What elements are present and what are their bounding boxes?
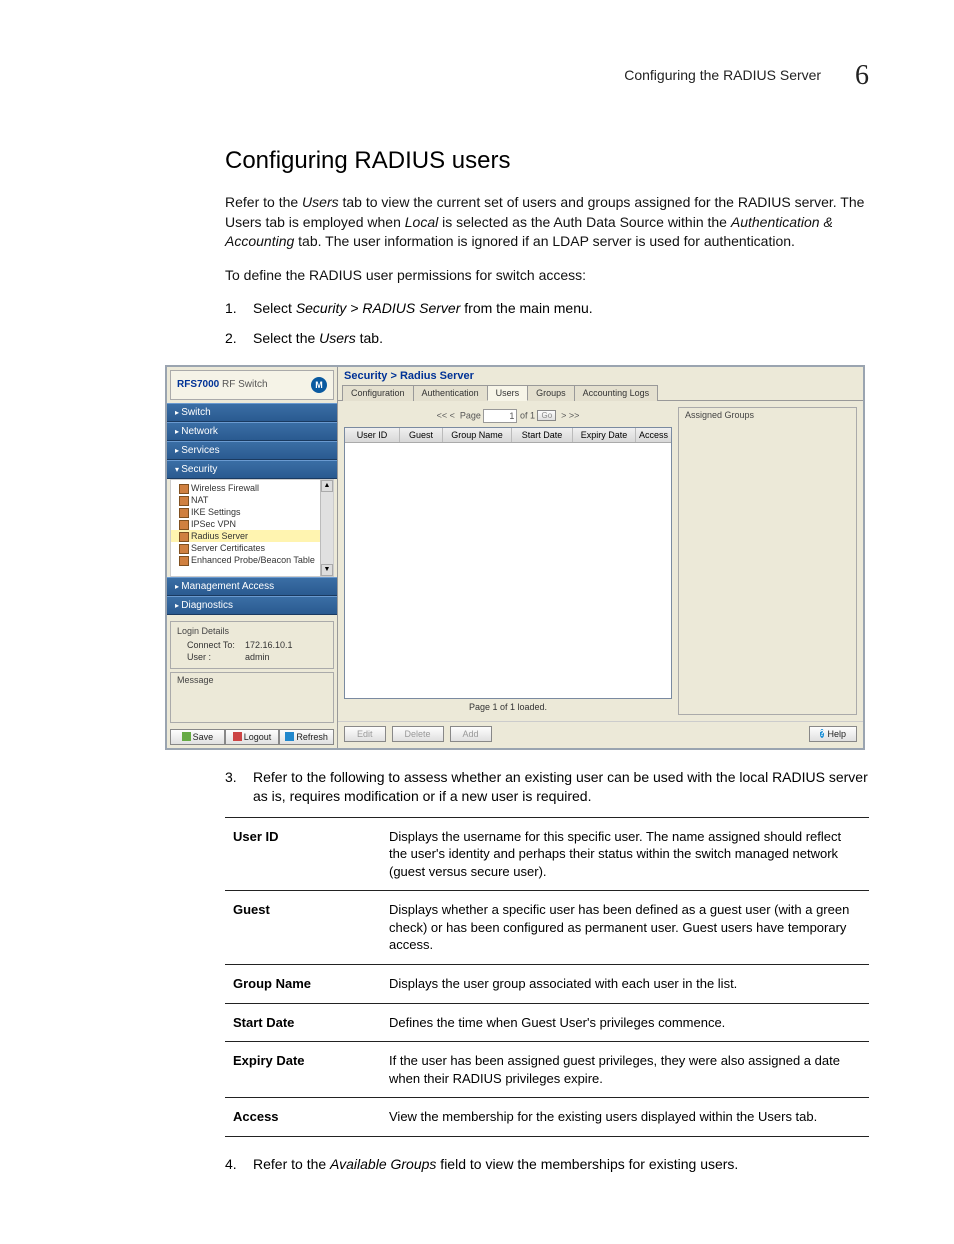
col-expiry-date[interactable]: Expiry Date — [573, 428, 636, 442]
nav-mgmt-access[interactable]: Management Access — [167, 577, 337, 596]
message-panel: Message — [170, 672, 334, 723]
pager-next[interactable]: > >> — [561, 410, 579, 420]
step-3: 3. Refer to the following to assess whet… — [225, 768, 869, 807]
definition-row: Expiry DateIf the user has been assigned… — [225, 1042, 869, 1098]
intro-paragraph-1: Refer to the Users tab to view the curre… — [225, 193, 869, 252]
field-definition-table: User IDDisplays the username for this sp… — [225, 817, 869, 1137]
breadcrumb: Security > Radius Server — [338, 367, 863, 384]
step-1: 1. Select Security > RADIUS Server from … — [225, 299, 869, 319]
nav-nat[interactable]: NAT — [171, 494, 333, 506]
running-header: Configuring the RADIUS Server 6 — [85, 60, 869, 92]
definition-term: Start Date — [225, 1003, 381, 1042]
tab-strip: Configuration Authentication Users Group… — [338, 384, 863, 401]
nav-network[interactable]: Network — [167, 422, 337, 441]
login-user-label: User : — [187, 652, 245, 662]
help-icon: ? — [820, 729, 825, 738]
assigned-groups-panel: Assigned Groups — [678, 407, 857, 715]
users-grid: User ID Guest Group Name Start Date Expi… — [344, 427, 672, 699]
logout-button[interactable]: Logout — [225, 729, 280, 745]
pager-prev[interactable]: << < — [437, 410, 455, 420]
app-screenshot: RFS7000 RF Switch M Switch Network Servi… — [165, 365, 865, 750]
definition-term: Group Name — [225, 965, 381, 1004]
pager-go-button[interactable]: Go — [537, 410, 556, 421]
nav-wireless-firewall[interactable]: Wireless Firewall — [171, 482, 333, 494]
tab-users[interactable]: Users — [487, 385, 529, 401]
login-user-value: admin — [245, 652, 270, 662]
definition-desc: Displays whether a specific user has bee… — [381, 891, 869, 965]
definition-desc: Displays the username for this specific … — [381, 817, 869, 891]
tree-scrollbar[interactable] — [320, 480, 333, 576]
grid-body — [345, 443, 671, 698]
nav-ipsec[interactable]: IPSec VPN — [171, 518, 333, 530]
nav-security[interactable]: Security — [167, 460, 337, 479]
definition-row: GuestDisplays whether a specific user ha… — [225, 891, 869, 965]
definition-term: User ID — [225, 817, 381, 891]
definition-row: Group NameDisplays the user group associ… — [225, 965, 869, 1004]
login-connect-value: 172.16.10.1 — [245, 640, 293, 650]
definition-term: Expiry Date — [225, 1042, 381, 1098]
login-connect-label: Connect To: — [187, 640, 245, 650]
nav-probe-table[interactable]: Enhanced Probe/Beacon Table — [171, 554, 333, 566]
logout-icon — [233, 732, 242, 741]
definition-desc: Displays the user group associated with … — [381, 965, 869, 1004]
nav-services[interactable]: Services — [167, 441, 337, 460]
save-icon — [182, 732, 191, 741]
pager-page-input[interactable]: 1 — [483, 409, 517, 423]
col-access[interactable]: Access — [636, 428, 671, 442]
chapter-number: 6 — [855, 60, 869, 91]
step-4: 4. Refer to the Available Groups field t… — [225, 1155, 869, 1175]
edit-button[interactable]: Edit — [344, 726, 386, 742]
nav-ike[interactable]: IKE Settings — [171, 506, 333, 518]
col-user-id[interactable]: User ID — [345, 428, 400, 442]
add-button[interactable]: Add — [450, 726, 492, 742]
definition-desc: Defines the time when Guest User's privi… — [381, 1003, 869, 1042]
pager: << < Page 1 of 1 Go > >> — [344, 407, 672, 427]
running-title: Configuring the RADIUS Server — [624, 67, 821, 83]
col-start-date[interactable]: Start Date — [512, 428, 573, 442]
help-button[interactable]: ? Help — [809, 726, 857, 742]
refresh-icon — [285, 732, 294, 741]
brand-bar: RFS7000 RF Switch M — [170, 370, 334, 400]
definition-term: Guest — [225, 891, 381, 965]
definition-row: Start DateDefines the time when Guest Us… — [225, 1003, 869, 1042]
definition-term: Access — [225, 1098, 381, 1137]
definition-row: User IDDisplays the username for this sp… — [225, 817, 869, 891]
tab-accounting-logs[interactable]: Accounting Logs — [574, 385, 659, 401]
nav-server-certs[interactable]: Server Certificates — [171, 542, 333, 554]
delete-button[interactable]: Delete — [392, 726, 444, 742]
tab-groups[interactable]: Groups — [527, 385, 575, 401]
definition-row: AccessView the membership for the existi… — [225, 1098, 869, 1137]
login-details-panel: Login Details Connect To: 172.16.10.1 Us… — [170, 621, 334, 669]
section-title: Configuring RADIUS users — [225, 147, 869, 175]
col-group-name[interactable]: Group Name — [443, 428, 512, 442]
step-2: 2. Select the Users tab. — [225, 329, 869, 349]
tab-authentication[interactable]: Authentication — [413, 385, 488, 401]
nav-security-tree: Wireless Firewall NAT IKE Settings IPSec… — [170, 479, 334, 577]
intro-paragraph-2: To define the RADIUS user permissions fo… — [225, 266, 869, 286]
definition-desc: View the membership for the existing use… — [381, 1098, 869, 1137]
save-button[interactable]: Save — [170, 729, 225, 745]
vendor-logo-icon: M — [311, 377, 327, 393]
grid-footer: Page 1 of 1 loaded. — [344, 699, 672, 715]
definition-desc: If the user has been assigned guest priv… — [381, 1042, 869, 1098]
nav-switch[interactable]: Switch — [167, 403, 337, 422]
col-guest[interactable]: Guest — [400, 428, 443, 442]
nav-diagnostics[interactable]: Diagnostics — [167, 596, 337, 615]
nav-radius-server[interactable]: Radius Server — [171, 530, 333, 542]
refresh-button[interactable]: Refresh — [279, 729, 334, 745]
tab-configuration[interactable]: Configuration — [342, 385, 414, 401]
